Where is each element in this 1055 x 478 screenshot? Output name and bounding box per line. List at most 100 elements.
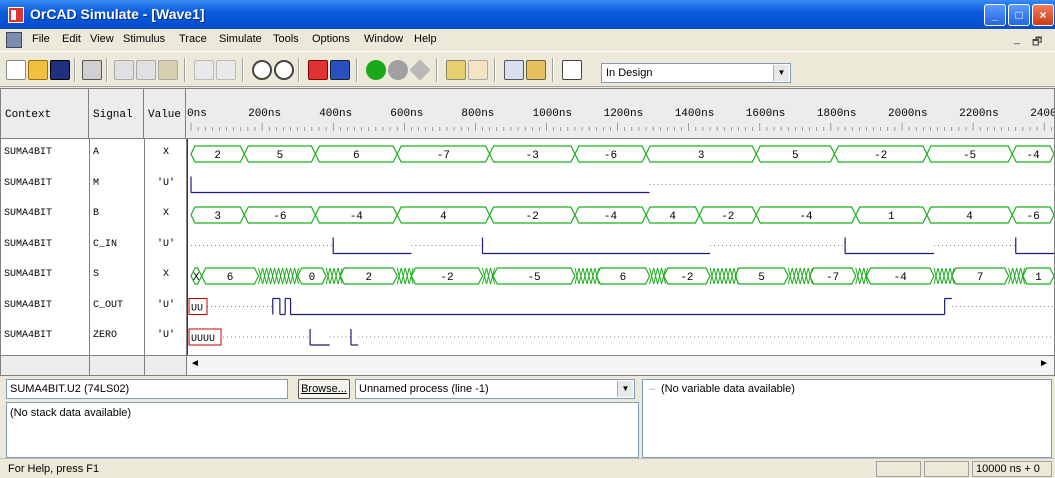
chevron-down-icon[interactable]: ▼ — [773, 65, 789, 81]
minimize-button[interactable]: _ — [984, 4, 1006, 26]
bus-glitch — [729, 267, 735, 285]
orcad-app-icon[interactable] — [8, 7, 24, 23]
undo-icon[interactable] — [194, 60, 214, 80]
toolbar-separator — [494, 58, 496, 82]
row-signal[interactable]: A — [93, 141, 99, 165]
instance-field[interactable]: SUMA4BIT.U2 (74LS02) — [6, 379, 288, 399]
row-value[interactable]: X — [151, 141, 181, 165]
row-signal[interactable]: M — [93, 172, 99, 196]
row-context[interactable]: SUMA4BIT — [4, 141, 52, 165]
open-folder-icon[interactable] — [28, 60, 48, 80]
row-value[interactable]: 'U' — [151, 324, 181, 348]
close-button[interactable]: × — [1032, 4, 1054, 26]
bus-glitch — [1012, 267, 1018, 285]
row-context[interactable]: SUMA4BIT — [4, 233, 52, 257]
browse-button[interactable]: Browse... — [298, 379, 350, 399]
waveform-hscrollbar[interactable]: ◄ ► — [186, 355, 1054, 375]
row-context[interactable]: SUMA4BIT — [4, 324, 52, 348]
bus-glitch — [262, 267, 268, 285]
process-dropdown[interactable]: Unnamed process (line -1) ▼ — [355, 379, 635, 399]
context-scroll[interactable] — [1, 355, 89, 375]
variable-pane[interactable]: ┈ (No variable data available) — [642, 379, 1052, 458]
bus-value-label: -4 — [799, 211, 813, 223]
row-context[interactable]: SUMA4BIT — [4, 202, 52, 226]
maximize-button[interactable]: □ — [1008, 4, 1030, 26]
add-trace-icon[interactable] — [308, 60, 328, 80]
menu-simulate[interactable]: Simulate — [219, 33, 262, 45]
waveform-canvas[interactable]: 0ns 200ns 400ns 600ns 800ns 1000ns 1200ns 1400n… — [186, 89, 1054, 355]
value-scroll[interactable] — [144, 355, 186, 375]
save-icon[interactable] — [50, 60, 70, 80]
title-bar[interactable]: OrCAD Simulate - [Wave1] _ □ × — [0, 0, 1055, 29]
bus-value-label: 6 — [227, 272, 234, 284]
menu-window[interactable]: Window — [364, 33, 403, 45]
edit-stimulus-icon[interactable] — [330, 60, 350, 80]
row-context[interactable]: SUMA4BIT — [4, 294, 52, 318]
bus-value-label: 6 — [353, 150, 360, 162]
paste-icon[interactable] — [158, 60, 178, 80]
menu-view[interactable]: View — [90, 33, 114, 45]
row-value[interactable]: X — [151, 263, 181, 287]
scroll-left-arrow-icon[interactable]: ◄ — [190, 358, 200, 369]
zoom-out-icon[interactable] — [274, 60, 294, 80]
mdi-restore-button[interactable]: 🗗 — [1032, 33, 1042, 52]
scroll-right-arrow-icon[interactable]: ► — [1039, 358, 1049, 369]
row-context[interactable]: SUMA4BIT — [4, 172, 52, 196]
bus-glitch — [791, 267, 797, 285]
breakpoint-icon[interactable] — [446, 60, 466, 80]
signal-scroll[interactable] — [89, 355, 144, 375]
run-icon[interactable] — [366, 60, 386, 80]
stop-icon[interactable] — [388, 60, 408, 80]
row-signal[interactable]: B — [93, 202, 99, 226]
menu-tools[interactable]: Tools — [273, 33, 299, 45]
bus-glitch — [582, 267, 588, 285]
menu-stimulus[interactable]: Stimulus — [123, 33, 165, 45]
help-icon[interactable] — [562, 60, 582, 80]
row-context[interactable]: SUMA4BIT — [4, 263, 52, 287]
export-icon[interactable] — [504, 60, 524, 80]
properties-icon[interactable] — [526, 60, 546, 80]
bus-glitch — [333, 267, 339, 285]
row-value[interactable]: 'U' — [151, 294, 181, 318]
row-signal[interactable]: C_OUT — [93, 294, 123, 318]
bus-value-label: 0 — [309, 272, 316, 284]
menu-options[interactable]: Options — [312, 33, 350, 45]
stack-pane[interactable]: (No stack data available) — [6, 402, 639, 458]
menu-help[interactable]: Help — [414, 33, 437, 45]
menu-file[interactable]: File — [32, 33, 50, 45]
bus-glitch — [725, 267, 731, 285]
copy-icon[interactable] — [136, 60, 156, 80]
cut-icon[interactable] — [114, 60, 134, 80]
mdi-minimize-button[interactable]: _ — [1014, 33, 1020, 45]
menu-trace[interactable]: Trace — [179, 33, 207, 45]
document-icon[interactable] — [6, 32, 22, 48]
chevron-down-icon[interactable]: ▼ — [617, 381, 633, 397]
bus-value-label: -7 — [437, 150, 450, 162]
mode-dropdown[interactable]: In Design ▼ — [601, 63, 791, 83]
toolbar-separator — [106, 58, 108, 82]
hand-icon[interactable] — [468, 60, 488, 80]
time-label: 200ns — [248, 108, 281, 120]
new-file-icon[interactable] — [6, 60, 26, 80]
bus-value-label: -4 — [894, 272, 908, 284]
menu-edit[interactable]: Edit — [62, 33, 81, 45]
toolbar-separator — [298, 58, 300, 82]
zoom-in-icon[interactable] — [252, 60, 272, 80]
redo-icon[interactable] — [216, 60, 236, 80]
row-signal[interactable]: ZERO — [93, 324, 117, 348]
instance-field-text: SUMA4BIT.U2 (74LS02) — [10, 383, 130, 395]
window-title: OrCAD Simulate - [Wave1] — [30, 6, 205, 22]
row-signal[interactable]: C_IN — [93, 233, 117, 257]
row-value[interactable]: 'U' — [151, 233, 181, 257]
row-value[interactable]: X — [151, 202, 181, 226]
bus-value-label: -4 — [604, 211, 618, 223]
step-icon[interactable] — [409, 59, 431, 81]
row-value[interactable]: 'U' — [151, 172, 181, 196]
tree-line-icon: ┈ — [649, 384, 656, 396]
print-icon[interactable] — [82, 60, 102, 80]
bus-value-label: 4 — [966, 211, 973, 223]
bus-value-label: -7 — [826, 272, 839, 284]
toolbar-separator — [74, 58, 76, 82]
bus-value-label: -6 — [604, 150, 617, 162]
row-signal[interactable]: S — [93, 263, 99, 287]
